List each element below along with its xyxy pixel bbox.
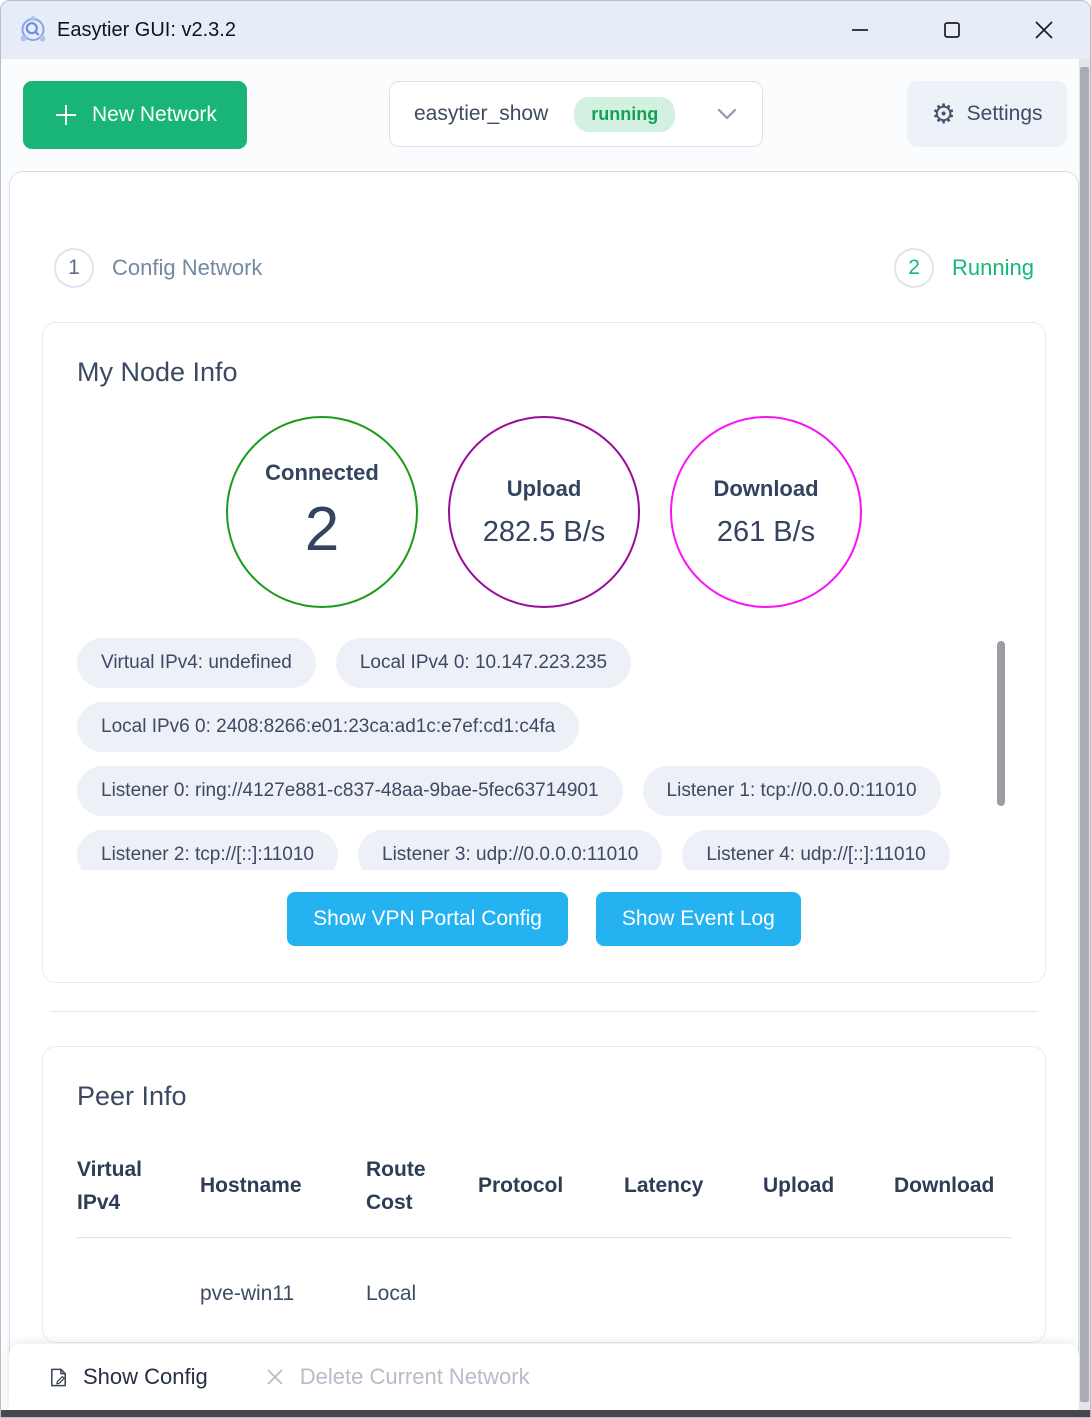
node-info-card: My Node Info Connected 2 Upload 282.5 B/… bbox=[42, 322, 1046, 983]
stat-download: Download 261 B/s bbox=[670, 416, 862, 608]
stat-download-value: 261 B/s bbox=[717, 516, 815, 549]
step-running: 2 Running bbox=[894, 248, 1034, 288]
stat-upload-label: Upload bbox=[507, 476, 582, 502]
cell-protocol bbox=[478, 1282, 624, 1306]
col-protocol: Protocol bbox=[478, 1170, 624, 1203]
tag-listener-0: Listener 0: ring://4127e881-c837-48aa-9b… bbox=[77, 766, 623, 816]
settings-button[interactable]: ⚙ Settings bbox=[907, 81, 1067, 147]
minimize-button[interactable] bbox=[814, 1, 906, 59]
new-network-label: New Network bbox=[92, 103, 217, 127]
tag-listener-2: Listener 2: tcp://[::]:11010 bbox=[77, 830, 338, 870]
show-config-label: Show Config bbox=[83, 1364, 208, 1390]
step-2-label: Running bbox=[952, 255, 1034, 281]
network-status-badge: running bbox=[574, 97, 675, 132]
stat-connected: Connected 2 bbox=[226, 416, 418, 608]
tag-listener-3: Listener 3: udp://0.0.0.0:11010 bbox=[358, 830, 662, 870]
col-hostname: Hostname bbox=[200, 1170, 366, 1203]
cell-upload bbox=[763, 1282, 894, 1306]
tags-scrollbar[interactable] bbox=[997, 641, 1005, 806]
x-icon bbox=[263, 1365, 287, 1389]
toolbar: New Network easytier_show running ⚙ Sett… bbox=[1, 59, 1090, 171]
peer-info-card: Peer Info Virtual IPv4 Hostname Route Co… bbox=[42, 1046, 1046, 1343]
peer-table-header: Virtual IPv4 Hostname Route Cost Protoco… bbox=[77, 1142, 1011, 1238]
col-route-cost: Route Cost bbox=[366, 1154, 478, 1219]
titlebar: Easytier GUI: v2.3.2 bbox=[1, 1, 1090, 59]
tag-local-ipv4: Local IPv4 0: 10.147.223.235 bbox=[336, 638, 631, 688]
plus-icon bbox=[53, 102, 79, 128]
col-download: Download bbox=[894, 1170, 1011, 1203]
step-2-circle: 2 bbox=[894, 248, 934, 288]
settings-label: Settings bbox=[967, 102, 1043, 126]
app-logo-icon bbox=[17, 14, 49, 46]
peer-table: Virtual IPv4 Hostname Route Cost Protoco… bbox=[77, 1142, 1011, 1306]
cell-download bbox=[894, 1282, 1011, 1306]
window-scrollbar-thumb[interactable] bbox=[1080, 67, 1089, 1402]
col-latency: Latency bbox=[624, 1170, 763, 1203]
cell-latency bbox=[624, 1282, 763, 1306]
cell-virtual-ipv4 bbox=[77, 1282, 200, 1306]
window-title: Easytier GUI: v2.3.2 bbox=[57, 19, 236, 42]
cell-route-cost: Local bbox=[366, 1282, 478, 1306]
main-panel: 1 Config Network 2 Running My Node Info … bbox=[9, 171, 1079, 1417]
show-vpn-portal-config-button[interactable]: Show VPN Portal Config bbox=[287, 892, 568, 946]
step-1-circle: 1 bbox=[54, 248, 94, 288]
cell-hostname: pve-win11 bbox=[200, 1282, 366, 1306]
window-controls bbox=[814, 1, 1090, 59]
network-select[interactable]: easytier_show running bbox=[389, 81, 763, 147]
section-divider bbox=[50, 1011, 1038, 1012]
stat-upload: Upload 282.5 B/s bbox=[448, 416, 640, 608]
footer-bar: Show Config Delete Current Network bbox=[9, 1344, 1079, 1410]
document-edit-icon bbox=[47, 1366, 70, 1389]
tag-virtual-ipv4: Virtual IPv4: undefined bbox=[77, 638, 316, 688]
stat-download-label: Download bbox=[713, 476, 818, 502]
stat-connected-label: Connected bbox=[265, 460, 379, 486]
delete-network-label: Delete Current Network bbox=[300, 1364, 530, 1390]
network-select-value: easytier_show bbox=[414, 102, 548, 126]
node-buttons: Show VPN Portal Config Show Event Log bbox=[77, 892, 1011, 946]
show-event-log-button[interactable]: Show Event Log bbox=[596, 892, 801, 946]
col-virtual-ipv4: Virtual IPv4 bbox=[77, 1154, 200, 1219]
window-bottom-edge bbox=[1, 1410, 1090, 1417]
peer-table-row: pve-win11 Local bbox=[77, 1238, 1011, 1306]
delete-network-button[interactable]: Delete Current Network bbox=[263, 1364, 530, 1390]
close-button[interactable] bbox=[998, 1, 1090, 59]
show-config-button[interactable]: Show Config bbox=[47, 1364, 208, 1390]
new-network-button[interactable]: New Network bbox=[23, 81, 247, 149]
node-tags-list: Virtual IPv4: undefined Local IPv4 0: 10… bbox=[77, 638, 997, 870]
peer-info-title: Peer Info bbox=[77, 1081, 1011, 1112]
window-scrollbar[interactable] bbox=[1079, 59, 1090, 1410]
col-upload: Upload bbox=[763, 1170, 894, 1203]
tag-local-ipv6: Local IPv6 0: 2408:8266:e01:23ca:ad1c:e7… bbox=[77, 702, 579, 752]
step-config-network: 1 Config Network bbox=[54, 248, 262, 288]
node-info-title: My Node Info bbox=[77, 357, 1011, 388]
maximize-button[interactable] bbox=[906, 1, 998, 59]
tag-listener-4: Listener 4: udp://[::]:11010 bbox=[682, 830, 949, 870]
step-1-label: Config Network bbox=[112, 255, 262, 281]
stat-connected-value: 2 bbox=[305, 494, 339, 565]
tag-listener-1: Listener 1: tcp://0.0.0.0:11010 bbox=[643, 766, 941, 816]
chevron-down-icon bbox=[716, 107, 738, 121]
stat-upload-value: 282.5 B/s bbox=[483, 516, 606, 549]
gear-icon: ⚙ bbox=[931, 101, 955, 128]
stepper: 1 Config Network 2 Running bbox=[10, 248, 1078, 288]
node-stats: Connected 2 Upload 282.5 B/s Download 26… bbox=[77, 416, 1011, 608]
